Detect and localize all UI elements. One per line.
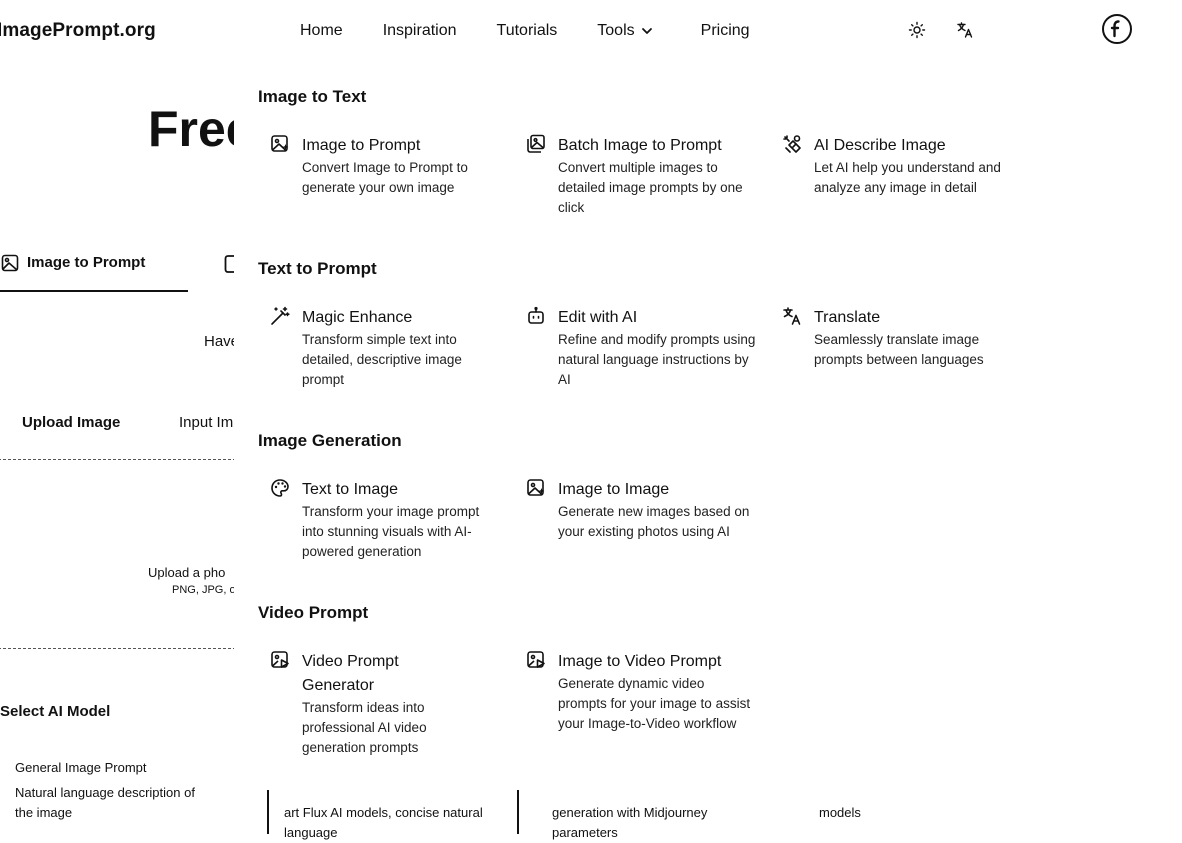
image-sparkle-icon bbox=[1, 254, 19, 272]
tool-desc: Transform ideas into professional AI vid… bbox=[302, 700, 427, 755]
chevron-down-icon bbox=[635, 25, 653, 37]
nav-pricing[interactable]: Pricing bbox=[701, 22, 750, 40]
model-card-stable-diffusion[interactable]: models bbox=[819, 803, 1019, 823]
main-nav: Home Inspiration Tutorials Tools Pricing bbox=[300, 22, 750, 40]
tool-text-to-image[interactable]: Text to Image Transform your image promp… bbox=[270, 478, 500, 562]
tab-image-to-prompt[interactable]: Image to Prompt bbox=[0, 252, 188, 292]
tool-ai-describe-image[interactable]: AI Describe Image Let AI help you unders… bbox=[782, 134, 1012, 198]
nav-tools-label: Tools bbox=[597, 22, 635, 39]
tool-desc: Transform your image prompt into stunnin… bbox=[302, 504, 480, 559]
tool-desc: Transform simple text into detailed, des… bbox=[302, 332, 462, 387]
tab-label: Image to Prompt bbox=[27, 254, 146, 271]
tab-upload-image[interactable]: Upload Image bbox=[22, 414, 120, 431]
tool-title: Image to Image bbox=[558, 481, 670, 498]
tools-dropdown: Image to Text Image to Prompt Convert Im… bbox=[234, 62, 1034, 772]
tool-title: Image to Prompt bbox=[302, 137, 421, 154]
image-sparkle-icon bbox=[526, 478, 546, 498]
tool-image-to-video-prompt[interactable]: Image to Video Prompt Generate dynamic v… bbox=[526, 650, 756, 734]
video-image-icon bbox=[526, 650, 546, 670]
model-option-desc: Natural language description of the imag… bbox=[15, 785, 195, 820]
avatar[interactable] bbox=[1102, 14, 1132, 44]
tool-edit-with-ai[interactable]: Edit with AI Refine and modify prompts u… bbox=[526, 306, 756, 390]
tool-desc: Refine and modify prompts using natural … bbox=[558, 332, 756, 387]
magic-wand-icon bbox=[270, 306, 290, 326]
tool-translate[interactable]: Translate Seamlessly translate image pro… bbox=[782, 306, 1012, 370]
tool-video-prompt-generator[interactable]: Video Prompt Generator Transform ideas i… bbox=[270, 650, 470, 758]
tool-title: Batch Image to Prompt bbox=[558, 137, 722, 154]
tool-title: Image to Video Prompt bbox=[558, 653, 722, 670]
card-divider bbox=[517, 790, 519, 834]
section-title: Image Generation bbox=[258, 431, 402, 450]
section-title: Image to Text bbox=[258, 87, 367, 106]
section-title: Text to Prompt bbox=[258, 259, 377, 278]
tool-title: AI Describe Image bbox=[814, 137, 946, 154]
tool-desc: Convert Image to Prompt to generate your… bbox=[302, 160, 468, 195]
tool-magic-enhance[interactable]: Magic Enhance Transform simple text into… bbox=[270, 306, 500, 390]
tool-desc: Generate dynamic video prompts for your … bbox=[558, 676, 751, 731]
model-card-midjourney[interactable]: generation with Midjourney parameters bbox=[552, 803, 752, 843]
tool-title: Translate bbox=[814, 309, 881, 326]
section-title: Video Prompt bbox=[258, 603, 369, 622]
tab-input-image-url[interactable]: Input Im bbox=[179, 414, 233, 431]
tool-image-to-image[interactable]: Image to Image Generate new images based… bbox=[526, 478, 756, 542]
tool-desc: Generate new images based on your existi… bbox=[558, 504, 750, 539]
tool-desc: Seamlessly translate image prompts betwe… bbox=[814, 332, 984, 367]
upload-formats: PNG, JPG, o bbox=[172, 584, 236, 596]
bot-icon bbox=[526, 306, 546, 326]
nav-tools[interactable]: Tools bbox=[597, 22, 652, 40]
card-divider bbox=[267, 790, 269, 834]
image-sparkle-icon bbox=[270, 134, 290, 154]
tool-desc: Convert multiple images to detailed imag… bbox=[558, 160, 743, 215]
translate-icon[interactable] bbox=[956, 21, 974, 39]
logo[interactable]: ImagePrompt.org bbox=[0, 20, 156, 42]
tool-title: Text to Image bbox=[302, 481, 399, 498]
images-stack-icon bbox=[526, 134, 546, 154]
tool-title: Video Prompt Generator bbox=[302, 653, 399, 694]
video-image-icon bbox=[270, 650, 290, 670]
palette-icon bbox=[270, 478, 290, 498]
tool-batch-image-to-prompt[interactable]: Batch Image to Prompt Convert multiple i… bbox=[526, 134, 756, 218]
upload-dropzone[interactable] bbox=[0, 459, 236, 649]
upload-instructions: Upload a pho bbox=[148, 565, 226, 580]
translate-icon bbox=[782, 306, 802, 326]
ai-describe-icon bbox=[782, 134, 802, 154]
header: ImagePrompt.org Home Inspiration Tutoria… bbox=[0, 0, 1182, 62]
tool-desc: Let AI help you understand and analyze a… bbox=[814, 160, 1001, 195]
model-card-flux[interactable]: art Flux AI models, concise natural lang… bbox=[284, 803, 484, 843]
sun-icon[interactable] bbox=[908, 21, 926, 39]
tool-title: Edit with AI bbox=[558, 309, 638, 326]
tool-title: Magic Enhance bbox=[302, 309, 413, 326]
select-model-heading: Select AI Model bbox=[0, 703, 111, 720]
nav-home[interactable]: Home bbox=[300, 22, 343, 40]
nav-inspiration[interactable]: Inspiration bbox=[383, 22, 457, 40]
nav-tutorials[interactable]: Tutorials bbox=[497, 22, 558, 40]
tool-image-to-prompt[interactable]: Image to Prompt Convert Image to Prompt … bbox=[270, 134, 500, 198]
model-option-title[interactable]: General Image Prompt bbox=[15, 760, 147, 775]
